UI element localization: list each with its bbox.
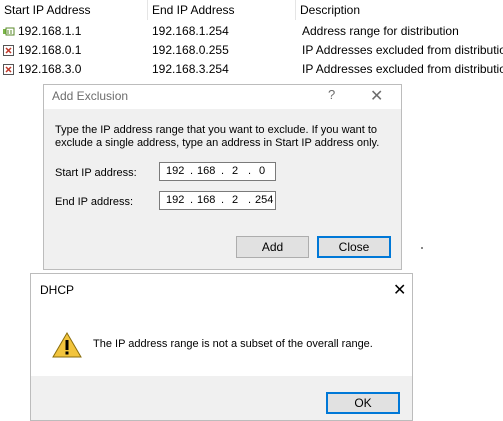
description-cell: Address range for distribution: [302, 24, 459, 38]
ip-range-list: Start IP Address End IP Address Descript…: [0, 0, 503, 86]
end-ip-field[interactable]: 192 . 168 . 2 . 254: [159, 191, 276, 210]
dhcp-titlebar[interactable]: DHCP ✕: [31, 274, 412, 304]
ok-button[interactable]: OK: [326, 392, 400, 414]
column-header-start-ip[interactable]: Start IP Address: [0, 0, 148, 20]
end-ip-cell: 192.168.0.255: [152, 43, 229, 57]
list-item[interactable]: 192.168.3.0 192.168.3.254 IP Addresses e…: [0, 60, 503, 79]
octet-4: 0: [259, 165, 266, 177]
warning-icon: [52, 332, 82, 358]
start-ip-label: Start IP address:: [55, 167, 137, 179]
column-header-description[interactable]: Description: [296, 0, 503, 20]
start-ip-cell: 192.168.1.1: [18, 24, 82, 38]
close-icon[interactable]: ✕: [370, 86, 383, 106]
list-item[interactable]: 192.168.1.1 192.168.1.254 Address range …: [0, 22, 503, 41]
instructions-text: Type the IP address range that you want …: [55, 124, 380, 149]
octet-4: 254: [255, 194, 274, 206]
start-ip-cell: 192.168.0.1: [18, 43, 82, 57]
end-ip-cell: 192.168.1.254: [152, 24, 229, 38]
exclusion-icon: [3, 64, 14, 75]
end-ip-label: End IP address:: [55, 196, 134, 208]
octet-2: 168: [197, 165, 216, 177]
octet-1: 192: [166, 194, 185, 206]
close-icon[interactable]: ✕: [393, 280, 406, 300]
message-area: The IP address range is not a subset of …: [31, 304, 412, 376]
description-cell: IP Addresses excluded from distribution: [302, 62, 503, 76]
add-exclusion-dialog: Add Exclusion ? ✕ Type the IP address ra…: [43, 84, 402, 270]
octet-2: 168: [197, 194, 216, 206]
stray-dot: [421, 247, 423, 249]
description-cell: IP Addresses excluded from distribution: [302, 43, 503, 57]
dhcp-error-dialog: DHCP ✕ The IP address range is not a sub…: [30, 273, 413, 421]
exclusion-icon: [3, 45, 14, 56]
octet-1: 192: [166, 165, 185, 177]
address-range-icon: [3, 27, 15, 36]
dialog-title: DHCP: [40, 283, 75, 297]
octet-3: 2: [232, 165, 239, 177]
list-item[interactable]: 192.168.0.1 192.168.0.255 IP Addresses e…: [0, 41, 503, 60]
list-header: Start IP Address End IP Address Descript…: [0, 0, 503, 20]
end-ip-cell: 192.168.3.254: [152, 62, 229, 76]
add-exclusion-titlebar[interactable]: Add Exclusion ? ✕: [44, 85, 401, 109]
error-message: The IP address range is not a subset of …: [93, 338, 373, 350]
close-button[interactable]: Close: [317, 236, 391, 258]
start-ip-field[interactable]: 192 . 168 . 2 . 0: [159, 162, 276, 181]
start-ip-cell: 192.168.3.0: [18, 62, 82, 76]
add-button[interactable]: Add: [236, 236, 309, 258]
help-icon[interactable]: ?: [328, 87, 335, 102]
dialog-title: Add Exclusion: [52, 89, 129, 103]
column-header-end-ip[interactable]: End IP Address: [148, 0, 296, 20]
octet-3: 2: [232, 194, 239, 206]
